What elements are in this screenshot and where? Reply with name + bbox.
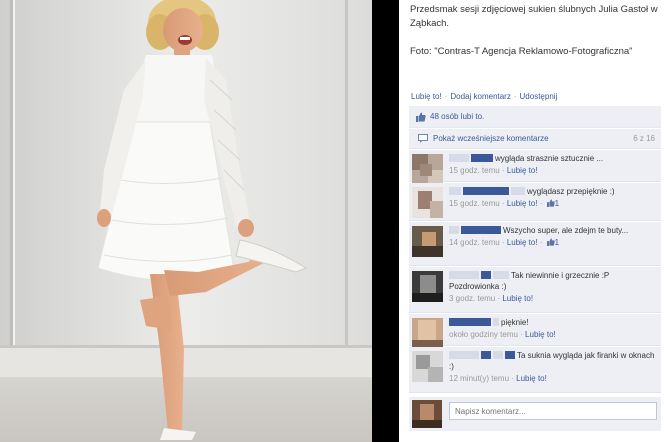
previous-comments-row[interactable]: Pokaż wcześniejsze komentarze 6 z 16 (409, 129, 661, 149)
comment-like-link[interactable]: Lubię to! (507, 199, 538, 208)
share-link[interactable]: Udostępnij (520, 92, 558, 101)
comment-author[interactable] (461, 226, 501, 234)
comment-body: Ta suknia wygląda jak firanki w oknach :… (449, 350, 657, 384)
blurred-text (493, 351, 503, 359)
blurred-text (449, 271, 479, 279)
caption-credit: Foto: "Contras-T Agencja Reklamowo-Fotog… (410, 46, 633, 57)
comment-meta: około godziny temu · Lubię to! (449, 330, 556, 339)
comment-like-link[interactable]: Lubię to! (525, 330, 556, 339)
comment-item: pięknie! około godziny temu · Lubię to! (409, 314, 661, 349)
caption-description: Przedsmak sesji zdjęciowej sukien ślubny… (410, 4, 658, 29)
comment-text: wygląda strasznie sztucznie ... (495, 154, 604, 163)
comment-author[interactable] (449, 318, 491, 326)
blurred-text (449, 154, 469, 162)
comment-like-count[interactable]: 1 (555, 238, 559, 247)
comment-like-link[interactable]: Lubię to! (502, 294, 533, 303)
comment-body: wyglądasz przepięknie :) 15 godz. temu ·… (449, 186, 657, 209)
comment-like-link[interactable]: Lubię to! (507, 166, 538, 175)
comments-count: 6 z 16 (633, 134, 655, 143)
comment-time: 3 godz. temu (449, 294, 496, 303)
comment-input[interactable] (449, 402, 657, 420)
photo-actions: Lubię to! · Dodaj komentarz · Udostępnij (411, 92, 557, 101)
comment-item: Ta suknia wygląda jak firanki w oknach :… (409, 347, 661, 393)
comment-item: wyglądasz przepięknie :) 15 godz. temu ·… (409, 183, 661, 221)
blurred-text (449, 187, 461, 195)
comment-body: Wszycho super, ale zdejm te buty... 14 g… (449, 225, 657, 248)
comment-time: 12 minut(y) temu (449, 374, 510, 383)
comment-item: wygląda strasznie sztucznie ... 15 godz.… (409, 150, 661, 185)
wedding-dress-photo[interactable] (0, 0, 372, 442)
comment-meta: 15 godz. temu · Lubię to! (449, 166, 538, 175)
avatar[interactable] (412, 351, 443, 382)
comment-text: Ta suknia wygląda jak firanki w oknach :… (449, 351, 655, 371)
comment-meta: 15 godz. temu · Lubię to! · 1 (449, 199, 560, 208)
photo-side-gap (372, 0, 399, 442)
comment-meta: 12 minut(y) temu · Lubię to! (449, 374, 547, 383)
comment-author[interactable] (463, 187, 509, 195)
add-comment-link[interactable]: Dodaj komentarz (450, 92, 510, 101)
comment-like-link[interactable]: Lubię to! (516, 374, 547, 383)
avatar[interactable] (412, 226, 443, 257)
comment-text: pięknie! (501, 318, 529, 327)
comment-item: Wszycho super, ale zdejm te buty... 14 g… (409, 222, 661, 266)
comment-author[interactable] (505, 351, 515, 359)
separator-dot: · (444, 92, 448, 101)
comment-body: pięknie! około godziny temu · Lubię to! (449, 317, 657, 340)
like-link[interactable]: Lubię to! (411, 92, 442, 101)
previous-comments-link[interactable]: Pokaż wcześniejsze komentarze (433, 134, 549, 143)
comment-item: Tak niewinnie i grzecznie :P Pozdrowionk… (409, 267, 661, 313)
avatar[interactable] (412, 187, 443, 218)
likes-summary: 48 osób lubi to. (409, 106, 661, 128)
thumbs-up-icon (546, 199, 555, 207)
likes-count[interactable]: 48 osób lubi to. (430, 112, 484, 121)
avatar (412, 400, 442, 428)
blurred-text (511, 187, 525, 195)
comment-body: wygląda strasznie sztucznie ... 15 godz.… (449, 153, 657, 176)
thumbs-up-icon (546, 238, 555, 246)
comment-meta: 14 godz. temu · Lubię to! · 1 (449, 238, 560, 247)
photo-viewer (0, 0, 372, 442)
separator-dot: · (513, 92, 517, 101)
comment-meta: 3 godz. temu · Lubię to! (449, 294, 534, 303)
blurred-text (449, 226, 459, 234)
comment-like-link[interactable]: Lubię to! (507, 238, 538, 247)
avatar[interactable] (412, 154, 443, 185)
comment-body: Tak niewinnie i grzecznie :P Pozdrowionk… (449, 270, 657, 304)
thumbs-up-icon (416, 112, 426, 122)
blurred-text (449, 351, 479, 359)
comment-time: około godziny temu (449, 330, 518, 339)
comment-time: 15 godz. temu (449, 199, 500, 208)
comment-author[interactable] (481, 351, 491, 359)
photo-caption: Przedsmak sesji zdjęciowej sukien ślubny… (410, 3, 660, 73)
blurred-text (493, 271, 509, 279)
avatar[interactable] (412, 271, 443, 302)
comment-author[interactable] (481, 271, 491, 279)
comment-composer (409, 397, 661, 431)
comment-author[interactable] (471, 154, 493, 162)
blurred-text (493, 318, 499, 326)
comments-panel: Przedsmak sesji zdjęciowej sukien ślubny… (399, 0, 664, 442)
comment-time: 14 godz. temu (449, 238, 500, 247)
comment-text: Wszycho super, ale zdejm te buty... (503, 226, 629, 235)
comment-time: 15 godz. temu (449, 166, 500, 175)
comment-bubble-icon (418, 134, 428, 143)
avatar[interactable] (412, 318, 443, 349)
comment-text: wyglądasz przepięknie :) (527, 187, 615, 196)
comment-like-count[interactable]: 1 (555, 199, 559, 208)
